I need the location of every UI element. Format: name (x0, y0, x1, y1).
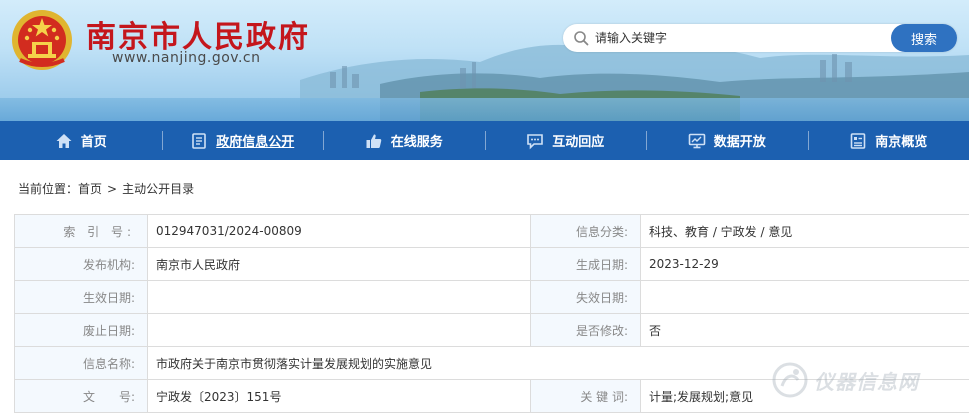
breadcrumb: 当前位置： 首页 > 主动公开目录 (18, 180, 194, 197)
table-row: 信息名称: 市政府关于南京市贯彻落实计量发展规划的实施意见 (14, 346, 969, 380)
effective-date-value (147, 280, 531, 314)
nav-item-interaction[interactable]: 互动回应 (484, 121, 647, 160)
info-name-label: 信息名称: (14, 346, 148, 380)
category-label: 信息分类: (530, 214, 641, 248)
modified-value: 否 (640, 313, 969, 347)
national-emblem-logo (12, 10, 72, 70)
chat-icon (527, 133, 544, 149)
expiry-date-label: 失效日期: (530, 280, 641, 314)
nav-item-label: 政府信息公开 (216, 135, 295, 150)
index-no-value: 012947031/2024-00809 (147, 214, 531, 248)
info-name-value: 市政府关于南京市贯彻落实计量发展规划的实施意见 (147, 346, 969, 380)
nav-item-gov-info[interactable]: 政府信息公开 (161, 121, 324, 160)
table-row: 废止日期: 是否修改: 否 (14, 313, 969, 347)
home-icon (56, 133, 72, 148)
list-icon (850, 132, 866, 149)
main-nav: 首页 政府信息公开 在线服务 互动回应 数据开放 南京概览 (0, 121, 969, 160)
publisher-value: 南京市人民政府 (147, 247, 531, 281)
breadcrumb-separator: > (107, 181, 118, 196)
site-url[interactable]: www.nanjing.gov.cn (112, 50, 261, 66)
breadcrumb-current[interactable]: 主动公开目录 (122, 180, 194, 197)
table-row: 生效日期: 失效日期: (14, 280, 969, 314)
modified-label: 是否修改: (530, 313, 641, 347)
table-row: 发布机构: 南京市人民政府 生成日期: 2023-12-29 (14, 247, 969, 281)
monitor-icon (688, 133, 706, 148)
document-info-table: 索 引 号: 012947031/2024-00809 信息分类: 科技、教育 … (14, 214, 969, 413)
created-date-label: 生成日期: (530, 247, 641, 281)
nav-item-label: 互动回应 (552, 135, 605, 150)
document-icon (192, 132, 207, 149)
nav-item-label: 数据开放 (713, 135, 766, 150)
index-no-label: 索 引 号: (14, 214, 148, 248)
search-button[interactable]: 搜索 (891, 24, 957, 52)
repeal-date-value (147, 313, 531, 347)
search-icon (574, 31, 589, 46)
created-date-value: 2023-12-29 (640, 247, 969, 281)
nav-item-label: 在线服务 (390, 135, 443, 150)
nav-item-label: 首页 (80, 135, 107, 150)
thumbs-up-icon (366, 134, 382, 148)
expiry-date-value (640, 280, 969, 314)
breadcrumb-home-link[interactable]: 首页 (78, 180, 102, 197)
repeal-date-label: 废止日期: (14, 313, 148, 347)
table-row: 文 号: 宁政发〔2023〕151号 关 键 词: 计量;发展规划;意见 (14, 379, 969, 413)
publisher-label: 发布机构: (14, 247, 148, 281)
doc-no-value: 宁政发〔2023〕151号 (147, 379, 531, 413)
nav-item-overview[interactable]: 南京概览 (807, 121, 969, 160)
search-input[interactable] (595, 28, 885, 48)
keywords-value: 计量;发展规划;意见 (640, 379, 969, 413)
keywords-label: 关 键 词: (530, 379, 641, 413)
breadcrumb-prefix: 当前位置： (18, 182, 79, 196)
nav-item-open-data[interactable]: 数据开放 (646, 121, 808, 160)
nav-item-label: 南京概览 (875, 135, 928, 150)
nav-item-online-service[interactable]: 在线服务 (323, 121, 485, 160)
category-value: 科技、教育 / 宁政发 / 意见 (640, 214, 969, 248)
effective-date-label: 生效日期: (14, 280, 148, 314)
nav-item-home[interactable]: 首页 (0, 121, 162, 160)
table-row: 索 引 号: 012947031/2024-00809 信息分类: 科技、教育 … (14, 214, 969, 248)
search-box: 搜索 (563, 24, 957, 52)
header-banner: 南京市人民政府 www.nanjing.gov.cn 搜索 (0, 0, 969, 121)
doc-no-label: 文 号: (14, 379, 148, 413)
